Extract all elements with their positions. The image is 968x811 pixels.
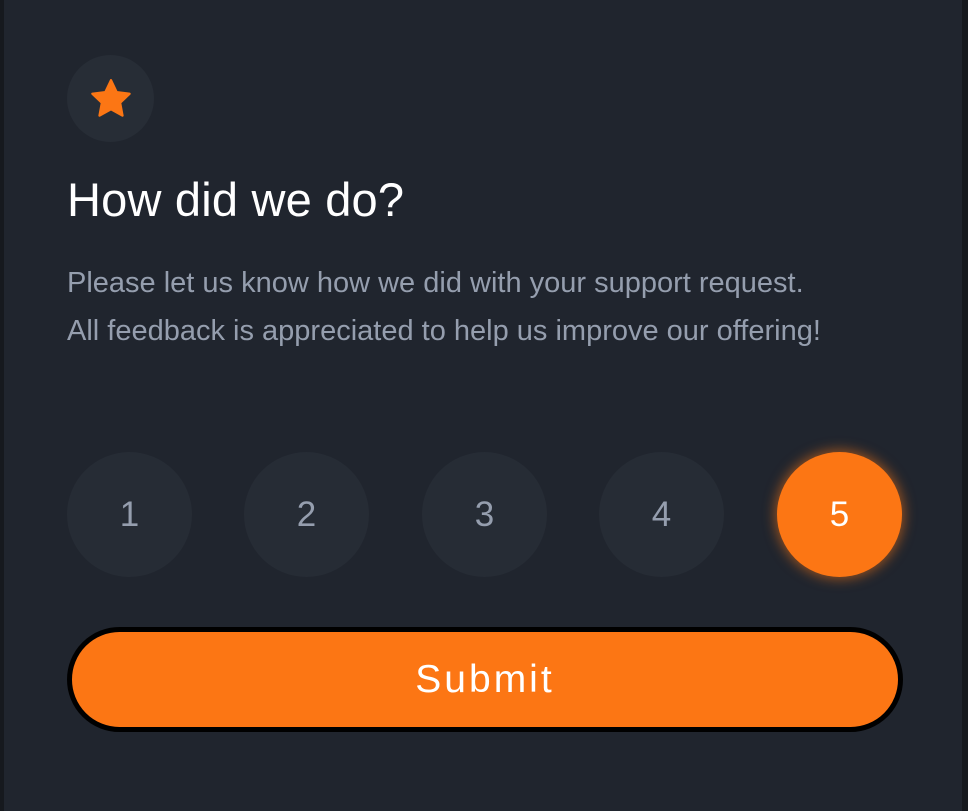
star-icon <box>90 78 131 117</box>
submit-button[interactable]: Submit <box>67 627 903 732</box>
rating-button-3[interactable]: 3 <box>422 452 547 577</box>
star-badge <box>67 55 154 142</box>
rating-button-1[interactable]: 1 <box>67 452 192 577</box>
rating-card: How did we do? Please let us know how we… <box>4 0 962 811</box>
rating-options: 1 2 3 4 5 <box>67 452 903 577</box>
rating-button-4[interactable]: 4 <box>599 452 724 577</box>
card-title: How did we do? <box>67 173 405 226</box>
card-description: Please let us know how we did with your … <box>67 267 821 347</box>
rating-button-2[interactable]: 2 <box>244 452 369 577</box>
rating-button-5[interactable]: 5 <box>777 452 902 577</box>
